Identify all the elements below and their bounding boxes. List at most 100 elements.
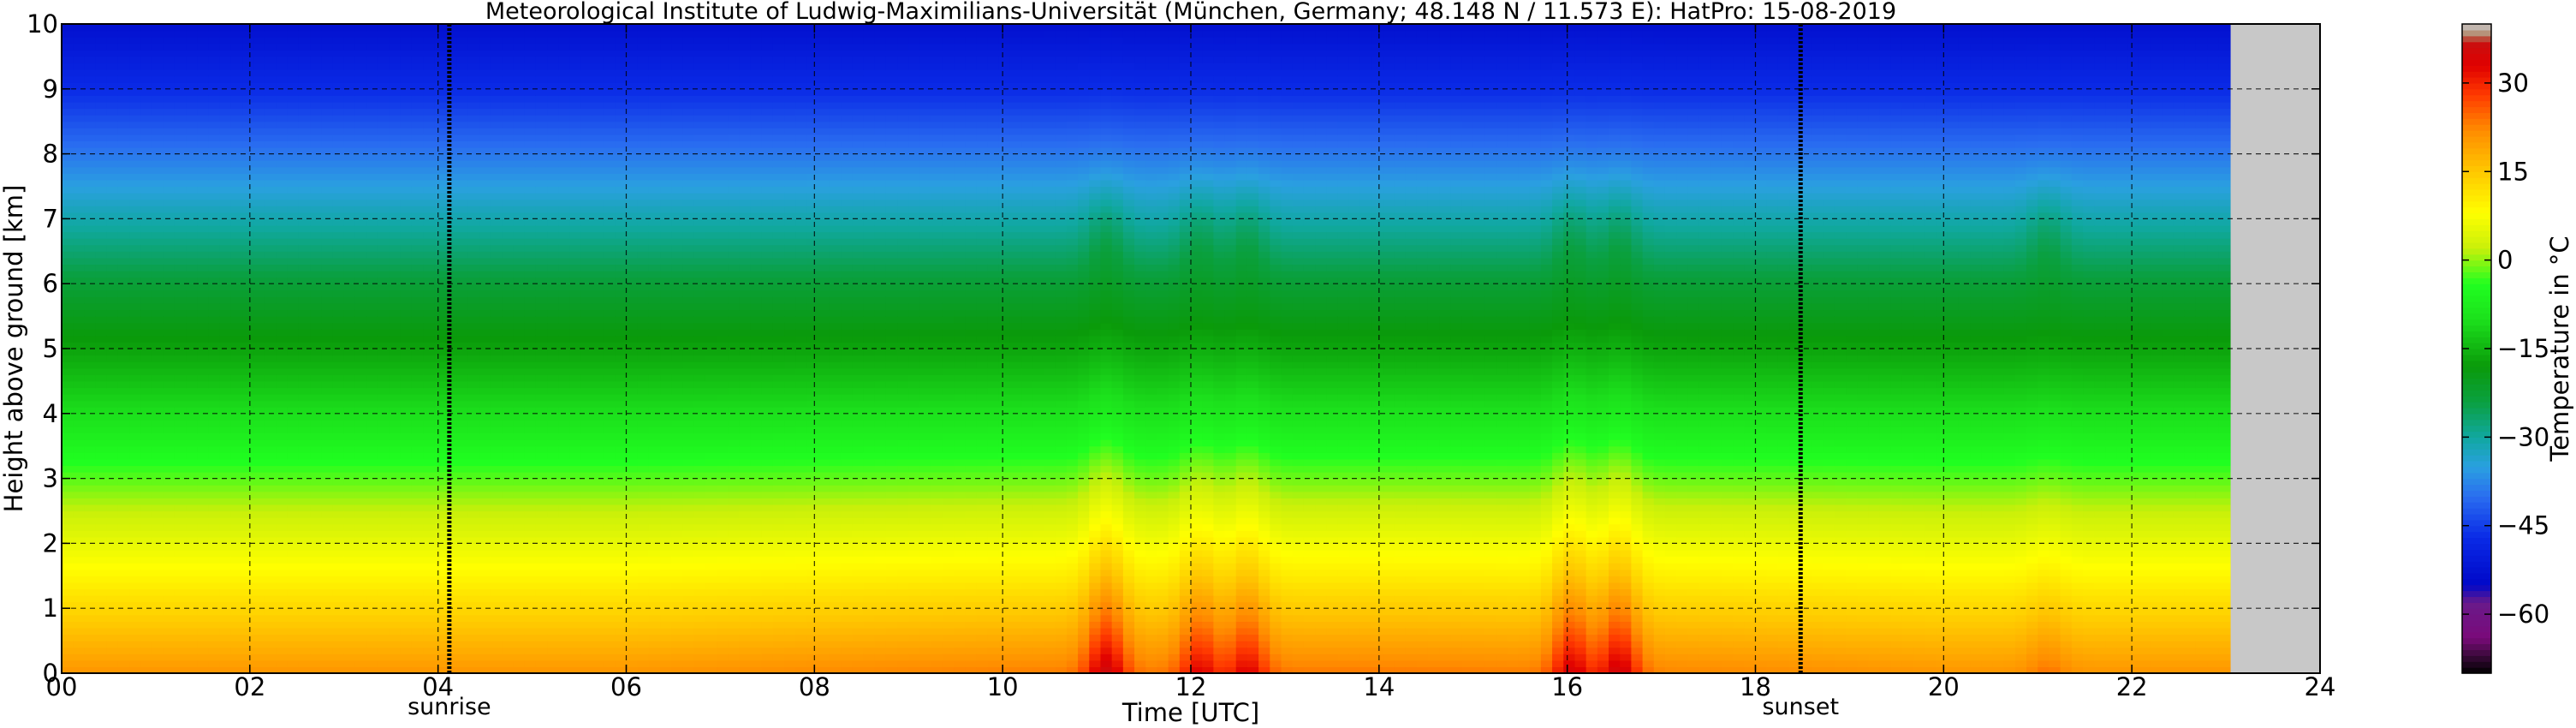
heatmap-cell: [96, 641, 108, 647]
heatmap-cell: [277, 251, 289, 258]
heatmap-cell: [536, 582, 548, 589]
heatmap-cell: [118, 414, 130, 421]
heatmap-cell: [118, 608, 130, 615]
heatmap-cell: [344, 401, 356, 408]
heatmap-cell: [186, 303, 198, 310]
heatmap-cell: [118, 50, 130, 57]
heatmap-cell: [423, 570, 435, 576]
heatmap-cell: [423, 218, 435, 225]
heatmap-cell: [288, 563, 300, 570]
heatmap-cell: [220, 465, 232, 472]
heatmap-cell: [62, 485, 74, 492]
heatmap-cell: [265, 140, 277, 147]
heatmap-cell: [186, 394, 198, 401]
heatmap-cell: [491, 31, 503, 38]
heatmap-cell: [558, 95, 570, 102]
heatmap-cell: [299, 277, 311, 284]
heatmap-cell: [253, 63, 265, 69]
heatmap-cell: [390, 264, 402, 271]
heatmap-cell: [468, 310, 480, 317]
heatmap-cell: [208, 576, 220, 582]
heatmap-cell: [321, 277, 333, 284]
heatmap-cell: [423, 180, 435, 187]
heatmap-cell: [231, 465, 243, 472]
heatmap-cell: [457, 173, 469, 180]
heatmap-cell: [140, 635, 152, 641]
heatmap-cell: [242, 102, 254, 109]
heatmap-cell: [355, 329, 367, 336]
heatmap-cell: [96, 420, 108, 427]
heatmap-cell: [378, 63, 390, 69]
heatmap-cell: [197, 329, 209, 336]
heatmap-cell: [536, 180, 548, 187]
heatmap-cell: [355, 310, 367, 317]
heatmap-cell: [457, 218, 469, 225]
heatmap-cell: [390, 232, 402, 239]
heatmap-cell: [355, 44, 367, 51]
heatmap-cell: [140, 452, 152, 459]
heatmap-cell: [525, 570, 537, 576]
heatmap-cell: [468, 225, 480, 232]
heatmap-cell: [140, 323, 152, 330]
heatmap-cell: [502, 329, 514, 336]
heatmap-cell: [277, 160, 289, 167]
heatmap-cell: [175, 140, 187, 147]
heatmap-cell: [253, 433, 265, 440]
heatmap-cell: [344, 76, 356, 83]
heatmap-cell: [220, 588, 232, 595]
heatmap-cell: [175, 595, 187, 602]
heatmap-cell: [547, 296, 559, 303]
heatmap-cell: [390, 69, 402, 76]
heatmap-cell: [310, 173, 322, 180]
heatmap-cell: [525, 452, 537, 459]
heatmap-cell: [265, 44, 277, 51]
heatmap-cell: [479, 200, 491, 206]
heatmap-cell: [175, 485, 187, 492]
heatmap-cell: [434, 63, 446, 69]
heatmap-cell: [423, 660, 435, 667]
heatmap-cell: [401, 134, 413, 141]
heatmap-cell: [62, 218, 74, 225]
heatmap-cell: [378, 563, 390, 570]
heatmap-cell: [186, 492, 198, 498]
heatmap-cell: [186, 57, 198, 63]
heatmap-cell: [344, 342, 356, 349]
heatmap-cell: [197, 576, 209, 582]
heatmap-cell: [321, 355, 333, 362]
heatmap-cell: [140, 238, 152, 245]
heatmap-cell: [321, 140, 333, 147]
heatmap-cell: [423, 355, 435, 362]
heatmap-cell: [514, 323, 526, 330]
heatmap-cell: [231, 563, 243, 570]
heatmap-cell: [479, 24, 491, 31]
heatmap-cell: [197, 37, 209, 44]
heatmap-cell: [514, 296, 526, 303]
heatmap-cell: [197, 401, 209, 408]
heatmap-cell: [164, 303, 176, 310]
heatmap-cell: [152, 588, 164, 595]
heatmap-cell: [208, 264, 220, 271]
heatmap-cell: [208, 407, 220, 414]
heatmap-cell: [265, 394, 277, 401]
heatmap-cell: [96, 258, 108, 265]
heatmap-cell: [355, 180, 367, 187]
heatmap-cell: [175, 277, 187, 284]
heatmap-cell: [558, 57, 570, 63]
heatmap-cell: [423, 173, 435, 180]
heatmap-cell: [140, 290, 152, 297]
heatmap-cell: [96, 446, 108, 453]
heatmap-cell: [547, 563, 559, 570]
heatmap-cell: [242, 485, 254, 492]
heatmap-cell: [73, 414, 85, 421]
heatmap-cell: [514, 595, 526, 602]
heatmap-cell: [310, 154, 322, 161]
heatmap-cell: [491, 336, 503, 343]
heatmap-cell: [355, 323, 367, 330]
heatmap-cell: [107, 283, 119, 290]
heatmap-cell: [355, 660, 367, 667]
heatmap-cell: [525, 225, 537, 232]
heatmap-cell: [208, 608, 220, 615]
heatmap-cell: [468, 576, 480, 582]
heatmap-cell: [412, 264, 424, 271]
heatmap-cell: [107, 595, 119, 602]
